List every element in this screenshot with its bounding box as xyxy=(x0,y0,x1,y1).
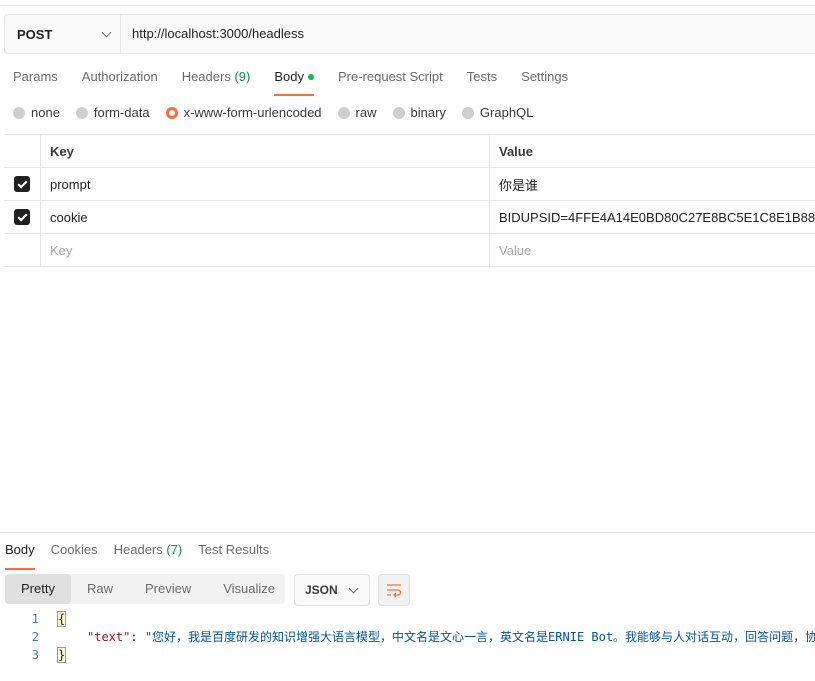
view-raw-button[interactable]: Raw xyxy=(71,574,129,604)
open-brace: { xyxy=(56,611,67,627)
radio-form-data[interactable]: form-data xyxy=(75,105,150,120)
close-brace: } xyxy=(56,647,67,663)
view-mode-group: Pretty Raw Preview Visualize xyxy=(5,574,285,604)
tab-authorization[interactable]: Authorization xyxy=(82,66,158,92)
checkmark-icon xyxy=(17,211,27,221)
radio-checked-icon xyxy=(165,106,178,119)
response-tab-headers[interactable]: Headers (7) xyxy=(114,541,183,565)
key-field[interactable]: cookie xyxy=(41,201,490,233)
response-tab-test-results[interactable]: Test Results xyxy=(198,541,269,565)
radio-binary[interactable]: binary xyxy=(392,105,446,120)
wrap-lines-icon xyxy=(387,584,402,597)
line-number: 3 xyxy=(31,648,39,662)
tab-params[interactable]: Params xyxy=(13,66,58,92)
tab-headers[interactable]: Headers (9) xyxy=(182,66,251,92)
table-header-row: Key Value xyxy=(4,135,815,168)
header-check-cell xyxy=(4,135,41,167)
radio-circle-icon xyxy=(337,106,350,119)
json-colon: : xyxy=(130,630,145,644)
column-header-value: Value xyxy=(499,143,533,159)
method-select[interactable]: POST xyxy=(5,15,121,53)
format-select[interactable]: JSON xyxy=(294,574,370,606)
row-checkbox[interactable] xyxy=(14,176,30,192)
column-header-key: Key xyxy=(41,135,490,167)
top-divider xyxy=(0,5,815,6)
new-key-input[interactable]: Key xyxy=(41,234,490,266)
body-indicator-dot-icon xyxy=(307,73,314,80)
url-input[interactable]: http://localhost:3000/headless xyxy=(121,15,815,53)
tab-tests[interactable]: Tests xyxy=(467,66,497,92)
chevron-down-icon xyxy=(348,583,359,593)
radio-graphql[interactable]: GraphQL xyxy=(461,105,533,120)
json-key: "text" xyxy=(87,630,131,644)
table-row: cookie BIDUPSID=4FFE4A14E0BD80C27E8BC5E1… xyxy=(4,201,815,234)
response-tabs: Body Cookies Headers (7) Test Results xyxy=(0,541,280,570)
method-label: POST xyxy=(17,26,53,42)
code-line: 1 { xyxy=(0,610,815,628)
value-field[interactable]: 你是谁 xyxy=(490,168,815,200)
radio-circle-icon xyxy=(392,106,405,119)
request-url-bar: POST http://localhost:3000/headless xyxy=(4,14,815,54)
view-visualize-button[interactable]: Visualize xyxy=(207,574,291,604)
view-preview-button[interactable]: Preview xyxy=(129,574,207,604)
view-pretty-button[interactable]: Pretty xyxy=(5,574,71,604)
response-code-viewer: 1 { 2 "text": "您好，我是百度研发的知识增强大语言模型，中文名是文… xyxy=(0,610,815,664)
radio-none[interactable]: none xyxy=(13,105,60,120)
radio-circle-icon xyxy=(75,106,88,119)
radio-raw[interactable]: raw xyxy=(337,105,377,120)
response-divider[interactable] xyxy=(0,532,815,533)
checkmark-icon xyxy=(17,178,27,188)
code-line: 2 "text": "您好，我是百度研发的知识增强大语言模型，中文名是文心一言，… xyxy=(0,628,815,646)
table-row-empty: Key Value xyxy=(4,234,815,267)
params-table: Key Value prompt 你是谁 cookie BIDUPSID=4FF… xyxy=(4,134,815,267)
table-row: prompt 你是谁 xyxy=(4,168,815,201)
check-cell xyxy=(4,201,41,233)
tab-settings[interactable]: Settings xyxy=(521,66,568,92)
code-line: 3 } xyxy=(0,646,815,664)
response-headers-count: (7) xyxy=(166,542,183,557)
radio-circle-icon xyxy=(13,106,25,119)
check-cell xyxy=(4,234,41,266)
key-field[interactable]: prompt xyxy=(41,168,490,200)
new-value-input[interactable]: Value xyxy=(490,234,815,266)
response-tab-cookies[interactable]: Cookies xyxy=(51,541,98,565)
request-tabs: Params Authorization Headers (9) Body Pr… xyxy=(0,66,579,96)
radio-x-www-form-urlencoded[interactable]: x-www-form-urlencoded xyxy=(165,105,322,120)
json-string-value: "您好，我是百度研发的知识增强大语言模型，中文名是文心一言，英文名是ERNIE … xyxy=(144,630,815,644)
row-checkbox[interactable] xyxy=(14,209,30,225)
radio-circle-icon xyxy=(461,106,474,119)
check-cell xyxy=(4,168,41,200)
headers-count: (9) xyxy=(234,69,251,84)
value-field[interactable]: BIDUPSID=4FFE4A14E0BD80C27E8BC5E1C8E1B88… xyxy=(490,201,815,233)
tab-pre-request-script[interactable]: Pre-request Script xyxy=(338,66,443,92)
body-type-radio-group: none form-data x-www-form-urlencoded raw… xyxy=(13,105,549,120)
response-tab-body[interactable]: Body xyxy=(5,541,35,570)
tab-body[interactable]: Body xyxy=(274,66,314,96)
wrap-lines-button[interactable] xyxy=(378,574,410,606)
chevron-down-icon xyxy=(101,27,112,37)
line-number: 1 xyxy=(31,612,39,626)
format-select-label: JSON xyxy=(305,583,338,597)
line-number: 2 xyxy=(31,630,39,644)
